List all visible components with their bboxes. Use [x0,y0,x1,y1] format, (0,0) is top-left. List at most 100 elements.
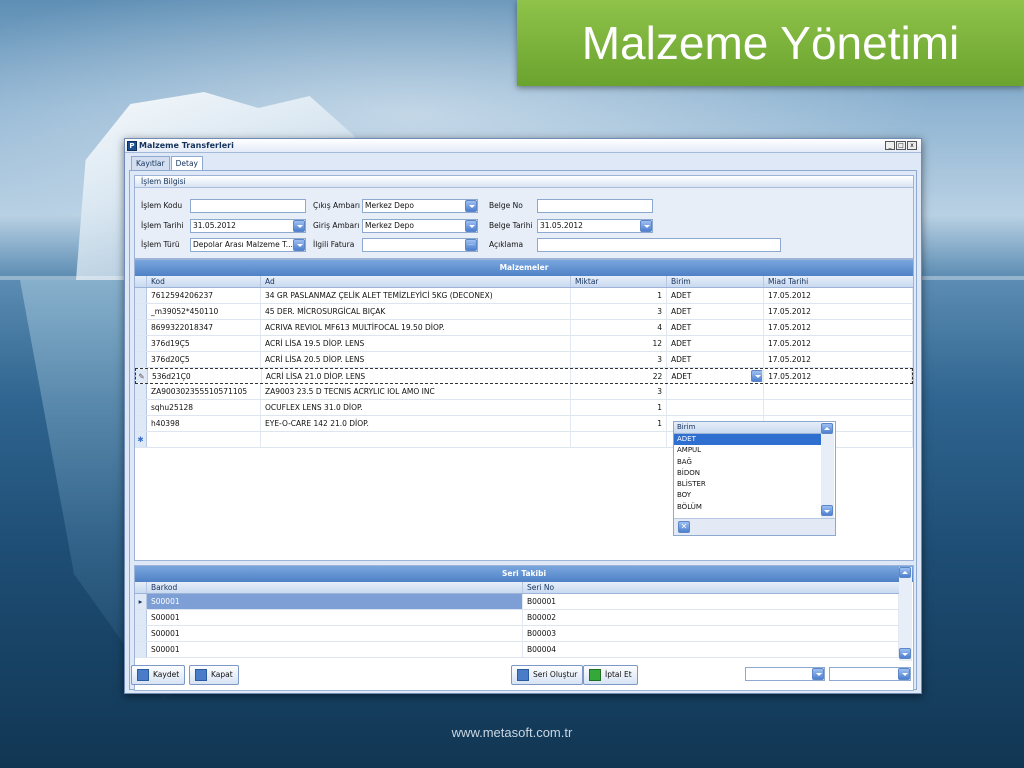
scroll-track[interactable] [899,578,912,648]
table-row-selected[interactable]: ▸ S00001 B00001 [135,594,899,610]
table-row[interactable]: 7612594206237 34 GR PASLANMAZ ÇELİK ALET… [135,288,913,304]
kapat-button[interactable]: Kapat [189,665,239,685]
seri-scrollbar[interactable] [899,567,912,661]
table-row[interactable]: S00001 B00004 [135,642,899,658]
cell-miktar[interactable]: 1 [571,288,667,303]
col-miad-tarihi[interactable]: Miad Tarihi [764,276,913,287]
list-item[interactable]: ADET [674,434,822,446]
cell-miad[interactable]: 17.05.2012 [764,320,913,335]
cell-kod[interactable]: ZA900302355510571105 [147,384,261,399]
cell-birim[interactable]: ADET [667,352,764,367]
birim-dropdown-icon[interactable] [751,370,764,382]
cell-ad[interactable]: OCUFLEX LENS 31.0 DİOP. [261,400,571,415]
seri-olustur-button[interactable]: Seri Oluştur [511,665,584,685]
cell-birim[interactable] [667,400,764,415]
cell-ad[interactable] [261,432,571,447]
scroll-down-icon[interactable] [899,648,911,659]
cell-birim[interactable]: ADET [667,320,764,335]
cell-ad[interactable]: ACRİ LİSA 21.0 DİOP. LENS [262,369,572,383]
table-row[interactable]: _m39052*450110 45 DER. MİCROSURGİCAL BIÇ… [135,304,913,320]
filter-2-dropdown-icon[interactable] [898,668,910,680]
birim-dropdown-list[interactable]: Birim ADET AMPUL BAĞ BİDON BLİSTER BOY B… [673,421,836,536]
cell-miad[interactable]: 17.05.2012 [764,336,913,351]
iptal-et-button[interactable]: İptal Et [583,665,638,685]
tab-detay[interactable]: Detay [170,156,203,171]
scroll-track[interactable] [821,434,834,505]
tab-kayitlar[interactable]: Kayıtlar [131,156,170,170]
cell-barkod[interactable]: S00001 [147,594,523,609]
islem-turu-field[interactable]: Depolar Arası Malzeme T... [190,238,306,252]
belge-no-input[interactable] [537,199,653,213]
list-item[interactable]: BOY [674,490,822,501]
cell-ad[interactable]: ACRİ LİSA 20.5 DİOP. LENS [261,352,571,367]
col-kod[interactable]: Kod [147,276,261,287]
scroll-up-icon[interactable] [899,567,911,578]
cell-miktar[interactable]: 1 [571,400,667,415]
cell-seri-no[interactable]: B00003 [523,626,899,641]
cell-kod[interactable]: 536d21Ç0 [148,369,262,383]
cell-barkod[interactable]: S00001 [147,626,523,641]
scroll-down-icon[interactable] [821,505,833,516]
table-row-editing[interactable]: ✎ 536d21Ç0 ACRİ LİSA 21.0 DİOP. LENS 22 … [135,368,913,384]
cell-miktar[interactable]: 3 [571,304,667,319]
cell-miad[interactable]: 17.05.2012 [764,369,913,383]
cell-ad[interactable]: ZA9003 23.5 D TECNIS ACRYLIC IOL AMO INC [261,384,571,399]
aciklama-input[interactable] [537,238,781,252]
cell-kod[interactable] [147,432,261,447]
table-row[interactable]: 376d19Ç5 ACRİ LİSA 19.5 DİOP. LENS 12 AD… [135,336,913,352]
table-row[interactable]: 376d20Ç5 ACRİ LİSA 20.5 DİOP. LENS 3 ADE… [135,352,913,368]
cell-miad[interactable]: 17.05.2012 [764,352,913,367]
close-button[interactable]: x [907,141,917,150]
cell-miad[interactable]: 17.05.2012 [764,304,913,319]
islem-tarihi-dropdown-icon[interactable] [293,220,305,232]
ellipsis-icon[interactable]: ... [465,239,477,251]
cell-kod[interactable]: 376d20Ç5 [147,352,261,367]
cell-ad[interactable]: EYE-O-CARE 142 21.0 DİOP. [261,416,571,431]
giris-ambari-field[interactable]: Merkez Depo [362,219,478,233]
table-row[interactable]: S00001 B00002 [135,610,899,626]
birim-list-scrollbar[interactable] [821,423,834,518]
cell-kod[interactable]: 7612594206237 [147,288,261,303]
minimize-button[interactable]: _ [885,141,895,150]
col-barkod[interactable]: Barkod [147,582,523,593]
col-miktar[interactable]: Miktar [571,276,667,287]
cell-miktar[interactable]: 4 [571,320,667,335]
close-icon[interactable]: ✕ [678,521,690,533]
table-row[interactable]: S00001 B00003 [135,626,899,642]
cell-barkod[interactable]: S00001 [147,642,523,657]
cell-birim[interactable]: ADET [667,336,764,351]
scroll-up-icon[interactable] [821,423,833,434]
belge-tarihi-field[interactable]: 31.05.2012 [537,219,653,233]
cell-kod[interactable]: 8699322018347 [147,320,261,335]
cell-miktar[interactable] [571,432,667,447]
cell-ad[interactable]: ACRIVA REVIOL MF613 MULTİFOCAL 19.50 DİO… [261,320,571,335]
cell-kod[interactable]: 376d19Ç5 [147,336,261,351]
cell-birim-editor[interactable]: ADET [667,369,765,383]
filter-input-1[interactable] [745,667,825,681]
cell-miktar[interactable]: 3 [571,384,667,399]
col-seri-no[interactable]: Seri No [523,582,899,593]
table-row[interactable]: sqhu25128 OCUFLEX LENS 31.0 DİOP. 1 [135,400,913,416]
belge-tarihi-dropdown-icon[interactable] [640,220,652,232]
cell-miktar[interactable]: 12 [571,336,667,351]
cell-ad[interactable]: 45 DER. MİCROSURGİCAL BIÇAK [261,304,571,319]
col-birim[interactable]: Birim [667,276,764,287]
cell-miktar[interactable]: 3 [571,352,667,367]
islem-turu-dropdown-icon[interactable] [293,239,305,251]
cell-ad[interactable]: 34 GR PASLANMAZ ÇELİK ALET TEMİZLEYİCİ 5… [261,288,571,303]
list-item[interactable]: BİDON [674,468,822,479]
cikis-ambari-dropdown-icon[interactable] [465,200,477,212]
cell-kod[interactable]: sqhu25128 [147,400,261,415]
cell-barkod[interactable]: S00001 [147,610,523,625]
cell-kod[interactable]: h40398 [147,416,261,431]
maximize-button[interactable]: □ [896,141,906,150]
cell-seri-no[interactable]: B00002 [523,610,899,625]
cell-seri-no[interactable]: B00004 [523,642,899,657]
cell-miktar[interactable]: 1 [571,416,667,431]
giris-ambari-dropdown-icon[interactable] [465,220,477,232]
cell-kod[interactable]: _m39052*450110 [147,304,261,319]
cell-birim[interactable]: ADET [667,288,764,303]
list-item[interactable]: AMPUL [674,445,822,456]
list-item[interactable]: BAĞ [674,457,822,468]
cell-birim[interactable]: ADET [667,304,764,319]
